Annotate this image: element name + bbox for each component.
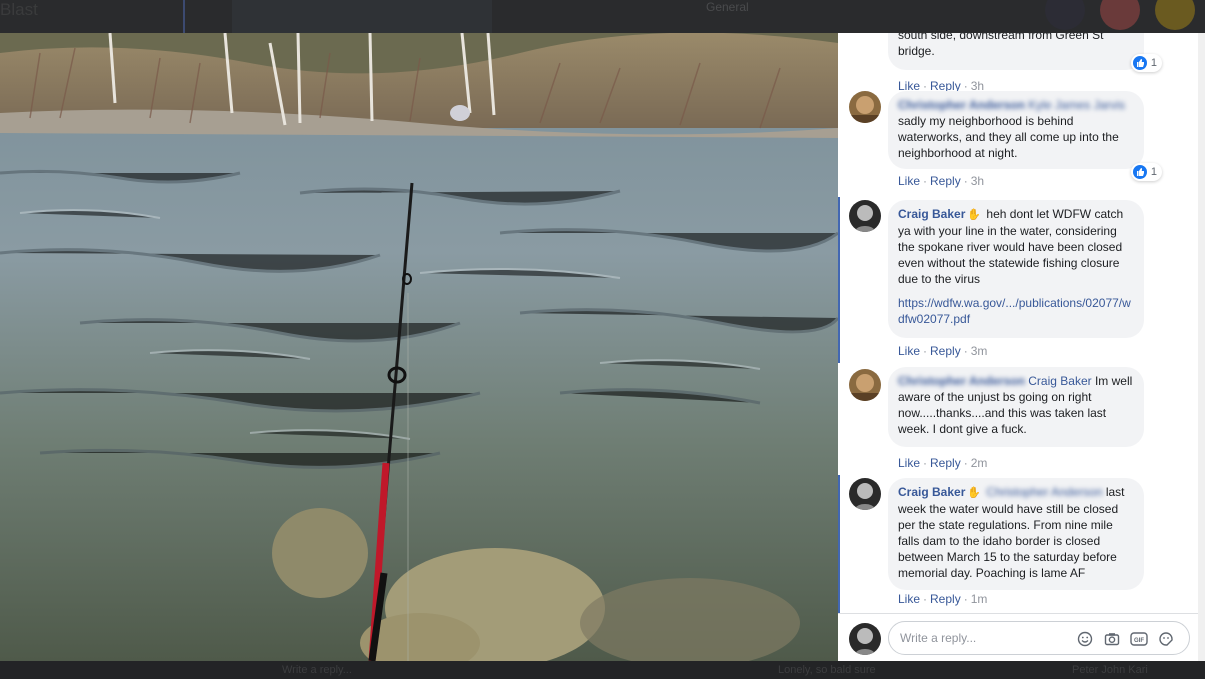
comment-item: Craig Baker ✋ heh dont let WDFW catch ya … bbox=[838, 197, 1198, 363]
like-link[interactable]: Like bbox=[898, 456, 920, 470]
reply-link[interactable]: Reply bbox=[930, 174, 961, 188]
comment-link[interactable]: https://wdfw.wa.gov/.../publications/020… bbox=[898, 295, 1134, 327]
like-link[interactable]: Like bbox=[898, 344, 920, 358]
background-footer-middle: Lonely, so bald sure bbox=[778, 664, 876, 676]
comment-bubble: Craig Baker ✋ heh dont let WDFW catch ya … bbox=[888, 200, 1144, 338]
wave-icon: ✋ bbox=[967, 487, 982, 499]
comment-author[interactable]: Christopher Anderson bbox=[898, 374, 1025, 388]
comment-actions: Like · Reply · 3h bbox=[898, 174, 985, 188]
avatar[interactable] bbox=[849, 369, 881, 401]
comment-text: sadly my neighborhood is behind waterwor… bbox=[898, 114, 1119, 160]
avatar[interactable] bbox=[849, 623, 881, 655]
thumbs-up-icon bbox=[1132, 165, 1147, 179]
background-footer-left: Write a reply... bbox=[282, 664, 352, 676]
reaction-count[interactable]: 1 bbox=[1130, 54, 1162, 72]
like-link[interactable]: Like bbox=[898, 174, 920, 188]
background-group-tag: General bbox=[706, 0, 749, 14]
comment-timestamp[interactable]: 3h bbox=[971, 174, 984, 188]
scrollbar[interactable] bbox=[1198, 33, 1205, 661]
reply-bar: Write a reply... GIF bbox=[838, 613, 1198, 661]
comment-item: Craig Baker ✋ Christopher Anderson last w… bbox=[838, 475, 1198, 613]
sticker-icon[interactable] bbox=[1157, 630, 1175, 648]
background-divider bbox=[183, 0, 185, 33]
reaction-number: 1 bbox=[1150, 166, 1157, 178]
comment-text: last week the water would have still be … bbox=[898, 485, 1125, 580]
camera-icon[interactable] bbox=[1103, 630, 1121, 648]
background-image-strip bbox=[232, 0, 492, 33]
background-page-title: Blast bbox=[0, 0, 38, 19]
reply-icons: GIF bbox=[1076, 630, 1175, 648]
comment-bubble: Christopher Anderson Kyle James Jarvis s… bbox=[888, 91, 1144, 169]
post-photo[interactable] bbox=[0, 33, 838, 661]
gif-icon[interactable]: GIF bbox=[1130, 630, 1148, 648]
avatar[interactable] bbox=[849, 91, 881, 123]
emoji-icon[interactable] bbox=[1076, 630, 1094, 648]
comment-author[interactable]: Christopher Anderson bbox=[898, 98, 1025, 112]
avatar[interactable] bbox=[849, 478, 881, 510]
comment-author[interactable]: Craig Baker bbox=[898, 485, 965, 499]
background-header: Blast General bbox=[0, 0, 1205, 33]
fishing-rod-river-photo bbox=[0, 33, 838, 661]
comment-actions: Like · Reply · 2m bbox=[898, 456, 988, 470]
comment-mention[interactable]: Craig Baker bbox=[1028, 374, 1091, 388]
avatar[interactable] bbox=[849, 200, 881, 232]
comment-text: south side, downstream from Green St bri… bbox=[898, 33, 1104, 58]
like-link[interactable]: Like bbox=[898, 592, 920, 606]
comment-author[interactable]: Craig Baker bbox=[898, 207, 965, 221]
background-avatars bbox=[1045, 0, 1205, 33]
comment-timestamp[interactable]: 3m bbox=[971, 344, 988, 358]
comment-bubble: Christopher Anderson Craig Baker Im well… bbox=[888, 367, 1144, 447]
comment-bubble: Craig Baker ✋ Christopher Anderson last w… bbox=[888, 478, 1144, 590]
comment-actions: Like · Reply · 1m bbox=[898, 592, 988, 606]
comment-mention[interactable]: Christopher Anderson bbox=[986, 485, 1102, 499]
reply-link[interactable]: Reply bbox=[930, 456, 961, 470]
background-footer-right: Peter John Kari bbox=[1072, 664, 1148, 676]
reaction-count[interactable]: 1 bbox=[1130, 163, 1162, 181]
reply-placeholder: Write a reply... bbox=[900, 631, 977, 645]
comment-timestamp[interactable]: 1m bbox=[971, 592, 988, 606]
reply-link[interactable]: Reply bbox=[930, 344, 961, 358]
reply-input[interactable]: Write a reply... GIF bbox=[888, 621, 1190, 655]
comment-bubble: south side, downstream from Green St bri… bbox=[888, 33, 1144, 70]
comment-timestamp[interactable]: 2m bbox=[971, 456, 988, 470]
comment-actions: Like · Reply · 3m bbox=[898, 344, 988, 358]
wave-icon: ✋ bbox=[967, 209, 982, 221]
comment-mention[interactable]: Kyle James Jarvis bbox=[1028, 98, 1125, 112]
svg-text:GIF: GIF bbox=[1134, 638, 1144, 644]
reply-link[interactable]: Reply bbox=[930, 592, 961, 606]
comments-panel[interactable]: south side, downstream from Green St bri… bbox=[838, 33, 1198, 661]
reaction-number: 1 bbox=[1150, 57, 1157, 69]
thumbs-up-icon bbox=[1132, 56, 1147, 70]
background-footer: Write a reply... Lonely, so bald sure Pe… bbox=[0, 661, 1205, 679]
